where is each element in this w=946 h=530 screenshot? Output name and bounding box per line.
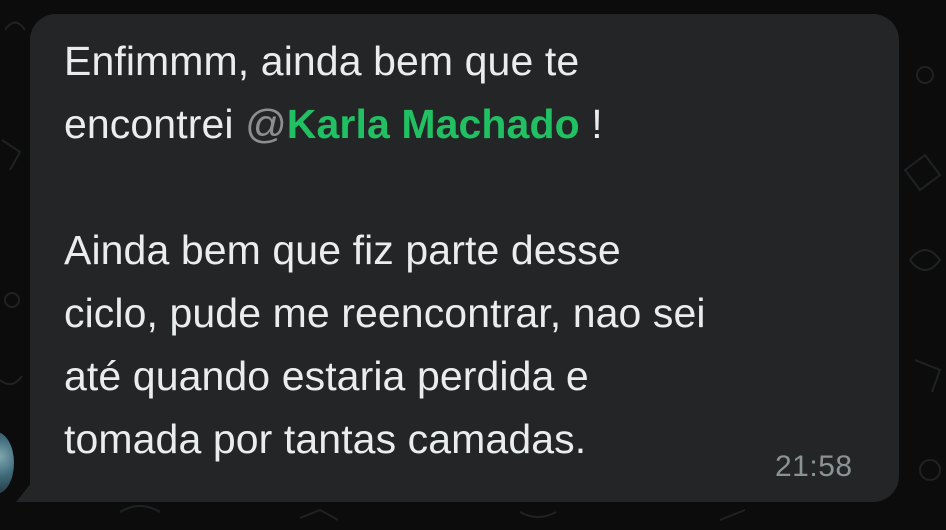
message-line-text: Ainda bem que fiz parte desse xyxy=(64,227,621,273)
doodle-shape xyxy=(903,153,942,192)
message-timestamp: 21:58 xyxy=(775,450,853,483)
doodle-leaf xyxy=(909,249,942,271)
message-line-text: até quando estaria perdida e xyxy=(64,353,589,399)
message-line: ciclo, pude me reencontrar, nao sei xyxy=(64,282,884,345)
message-line-text: Enfimmm, ainda bem que te xyxy=(64,38,580,84)
doodle-circle xyxy=(916,66,934,84)
doodle-line xyxy=(914,359,942,393)
message-line-text: tomada por tantas camadas. xyxy=(64,416,587,462)
message-text: Enfimmm, ainda bem que te encontrei @Kar… xyxy=(64,30,884,471)
mention-link[interactable]: Karla Machado xyxy=(287,101,580,147)
doodle-arc xyxy=(0,375,23,386)
doodle-circle xyxy=(4,292,20,308)
message-line: Enfimmm, ainda bem que te xyxy=(64,30,884,93)
doodle-arc xyxy=(4,21,26,31)
message-line: Ainda bem que fiz parte desse xyxy=(64,219,884,282)
message-line: tomada por tantas camadas. xyxy=(64,408,884,471)
doodle-circle xyxy=(919,459,941,481)
message-line-text: ! xyxy=(579,101,603,147)
mention-at-symbol: @ xyxy=(245,101,287,147)
message-line: encontrei @Karla Machado ! xyxy=(64,93,884,156)
message-line-text: ciclo, pude me reencontrar, nao sei xyxy=(64,290,706,336)
doodle-line xyxy=(1,139,22,171)
message-line-text: encontrei xyxy=(64,101,246,147)
doodle-bottom xyxy=(119,505,746,521)
message-line: até quando estaria perdida e xyxy=(64,345,884,408)
